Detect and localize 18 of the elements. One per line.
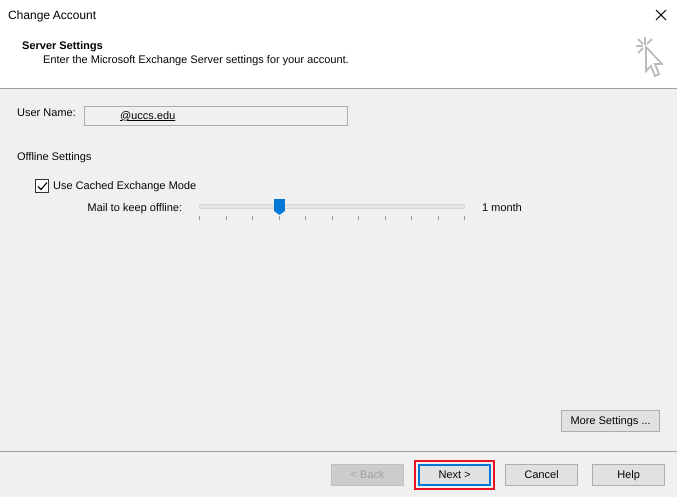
cursor-click-icon — [635, 36, 663, 80]
slider-track[interactable] — [199, 199, 465, 221]
dialog-button[interactable]: Cancel — [505, 464, 578, 486]
dialog-button[interactable]: Next > — [418, 464, 491, 486]
user-name-field[interactable]: @uccs.edu — [84, 106, 348, 126]
dialog-button[interactable]: Help — [592, 464, 665, 486]
window-title: Change Account — [8, 8, 96, 22]
slider-reading: 1 month — [482, 201, 522, 214]
more-settings-button[interactable]: More Settings ... — [561, 410, 660, 432]
close-icon[interactable] — [655, 9, 667, 21]
cached-mode-checkbox[interactable] — [35, 179, 49, 193]
section-subtitle: Enter the Microsoft Exchange Server settings for your account. — [42, 54, 349, 66]
offline-settings-heading: Offline Settings — [17, 151, 92, 163]
slider-label: Mail to keep offline: — [86, 201, 183, 214]
checkbox-label[interactable]: Use Cached Exchange Mode — [53, 180, 196, 192]
section-title: Server Settings — [22, 40, 104, 52]
slider-thumb[interactable] — [274, 199, 285, 215]
user-name-label: User Name: — [17, 107, 77, 119]
